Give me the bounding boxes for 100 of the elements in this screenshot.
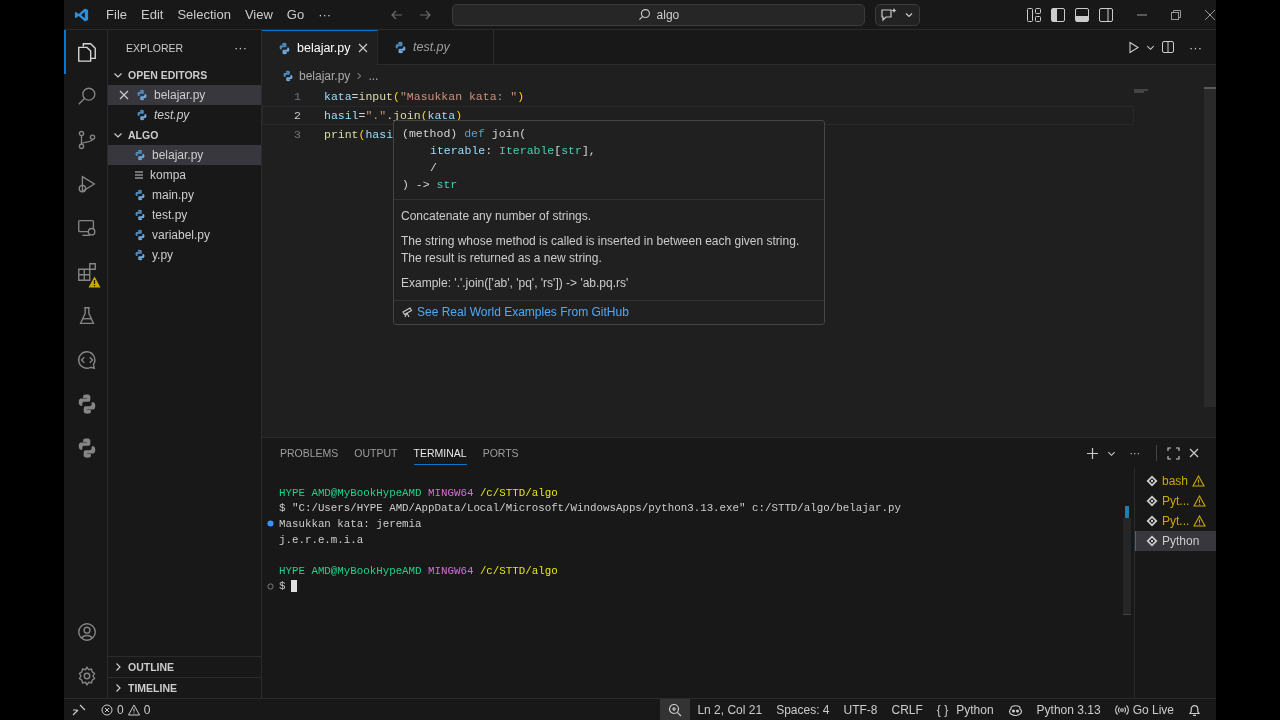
terminal-line: $ <box>279 580 286 593</box>
menu-item[interactable]: View <box>237 7 280 22</box>
explorer-entry[interactable]: test.py <box>108 205 261 225</box>
section-header[interactable]: ALGO <box>108 125 261 145</box>
explorer-entry[interactable]: variabel.py <box>108 225 261 245</box>
chevron-right-icon <box>355 72 364 80</box>
menu-item[interactable]: File <box>99 7 134 22</box>
python-file-icon <box>136 109 148 121</box>
toggle-secondary-sidebar-icon[interactable] <box>1098 6 1114 23</box>
search-icon[interactable] <box>75 85 98 107</box>
panel-tab[interactable]: OUTPUT <box>354 441 398 465</box>
example-text: Example: '.'.join(['ab', 'pq', 'rs']) -> 'ab.pq.rs' <box>401 275 630 292</box>
terminal-icon <box>1146 495 1158 507</box>
chevron-right-icon[interactable] <box>113 662 123 672</box>
run-icon[interactable] <box>1127 40 1140 54</box>
command-idle-icon[interactable] <box>267 582 274 590</box>
python-file-icon <box>278 41 291 55</box>
panel-tab[interactable]: PROBLEMS <box>280 441 339 465</box>
explorer-entry[interactable]: main.py <box>108 185 261 205</box>
remote-icon[interactable] <box>72 702 86 717</box>
account-icon[interactable] <box>75 621 98 643</box>
more-actions-button[interactable]: ··· <box>234 40 247 55</box>
bell-icon[interactable] <box>1188 702 1201 717</box>
terminal-icon <box>1146 475 1158 487</box>
maximize-icon[interactable] <box>1167 446 1180 460</box>
explorer-entry[interactable]: belajar.py <box>108 145 261 165</box>
terminal-item[interactable]: Python <box>1135 531 1216 551</box>
more-menu[interactable]: ··· <box>311 7 339 22</box>
panel-tab[interactable]: PORTS <box>482 441 519 465</box>
close-icon[interactable] <box>1188 447 1200 459</box>
toggle-sidebar-icon[interactable] <box>1050 6 1066 23</box>
explorer-entry[interactable]: kompa <box>108 165 261 185</box>
minimap-drawing <box>1134 89 1150 94</box>
extensions-icon[interactable] <box>75 261 98 283</box>
section-header[interactable]: OPEN EDITORS <box>108 65 261 85</box>
status-item[interactable]: Ln 2, Col 21 <box>690 699 770 720</box>
github-examples-link[interactable]: See Real World Examples From GitHub <box>417 305 629 319</box>
status-item[interactable]: CRLF <box>884 699 930 720</box>
app-logo-icon[interactable] <box>74 6 90 23</box>
section-header[interactable]: OUTLINE <box>108 656 261 677</box>
go-live-button[interactable]: Go Live <box>1107 699 1181 720</box>
chevron-right-icon[interactable] <box>113 683 123 693</box>
chevron-down-icon[interactable] <box>113 70 123 80</box>
warning-icon <box>1192 475 1206 487</box>
scrollbar[interactable] <box>1123 518 1131 615</box>
chat-bubble-icon[interactable] <box>75 349 98 371</box>
status-item[interactable]: Spaces: 4 <box>769 699 837 720</box>
scrollbar[interactable] <box>1204 87 1216 407</box>
layout-icon[interactable] <box>1026 6 1042 23</box>
split-editor-icon[interactable] <box>1161 40 1175 54</box>
menu-item[interactable]: Edit <box>134 7 171 22</box>
error-icon <box>101 703 113 716</box>
menu-item[interactable]: Go <box>279 7 312 22</box>
terminal-line: Masukkan kata: jeremia <box>279 518 422 530</box>
breadcrumb-item[interactable]: belajar.py <box>299 69 351 83</box>
editor-tab[interactable]: test.py <box>378 30 494 64</box>
menu-item[interactable]: Selection <box>170 7 238 22</box>
explorer-entry[interactable]: belajar.py <box>108 85 261 105</box>
line-number: 3 <box>293 128 301 141</box>
remote-explorer-icon[interactable] <box>75 217 98 239</box>
python-file-icon <box>282 70 294 82</box>
problems-status[interactable]: 0 0 <box>94 699 158 720</box>
terminal-icon <box>1146 535 1158 547</box>
language-status[interactable]: { } Python <box>929 699 1001 720</box>
chat-button[interactable] <box>874 3 920 26</box>
section-header[interactable]: TIMELINE <box>108 677 261 698</box>
code-line: iterable: Iterable[str], <box>429 143 597 159</box>
python-file-icon <box>394 40 407 54</box>
terminal-line: j.e.r.e.m.i.a <box>279 533 364 546</box>
command-success-icon[interactable] <box>267 520 274 528</box>
warning-icon <box>1193 495 1207 507</box>
terminal-item[interactable]: Pyt... <box>1135 511 1216 531</box>
terminal-line: HYPE AMD@MyBookHypeAMD MINGW64 /c/STTD/algo <box>279 564 558 577</box>
terminal-item[interactable]: bash <box>1135 471 1216 491</box>
status-item[interactable]: Python 3.13 <box>1029 699 1108 720</box>
chevron-down-icon[interactable] <box>113 130 123 140</box>
explorer-entry[interactable]: y.py <box>108 245 261 265</box>
panel-tab[interactable]: TERMINAL <box>413 441 467 465</box>
more-actions-button[interactable]: ··· <box>1189 39 1202 55</box>
close-icon[interactable] <box>118 89 130 101</box>
breadcrumb-item[interactable]: ... <box>368 69 379 83</box>
restore-icon[interactable] <box>1170 8 1182 21</box>
search-icon <box>637 8 651 21</box>
command-search-field[interactable]: algo <box>452 3 865 26</box>
copilot-icon[interactable] <box>1007 702 1023 717</box>
line-number: 2 <box>293 109 301 122</box>
explorer-entry[interactable]: test.py <box>108 105 261 125</box>
editor-tab[interactable]: belajar.py <box>262 30 378 65</box>
terminal-item[interactable]: Pyt... <box>1135 491 1216 511</box>
more-actions-button[interactable]: ··· <box>1129 447 1140 459</box>
description-text: The string whose method is called is inserted in between each given string. The result is returned as a new string. <box>401 233 801 267</box>
files-icon[interactable] <box>75 41 98 63</box>
zoom-icon[interactable] <box>660 699 691 720</box>
close-icon[interactable] <box>356 42 369 54</box>
toggle-panel-icon[interactable] <box>1074 6 1090 23</box>
status-item[interactable]: UTF-8 <box>836 699 885 720</box>
close-window-icon[interactable] <box>1204 8 1216 21</box>
terminal-line: HYPE AMD@MyBookHypeAMD MINGW64 /c/STTD/algo <box>279 486 558 499</box>
text-file-icon <box>134 170 144 180</box>
plus-icon[interactable] <box>1085 446 1099 460</box>
